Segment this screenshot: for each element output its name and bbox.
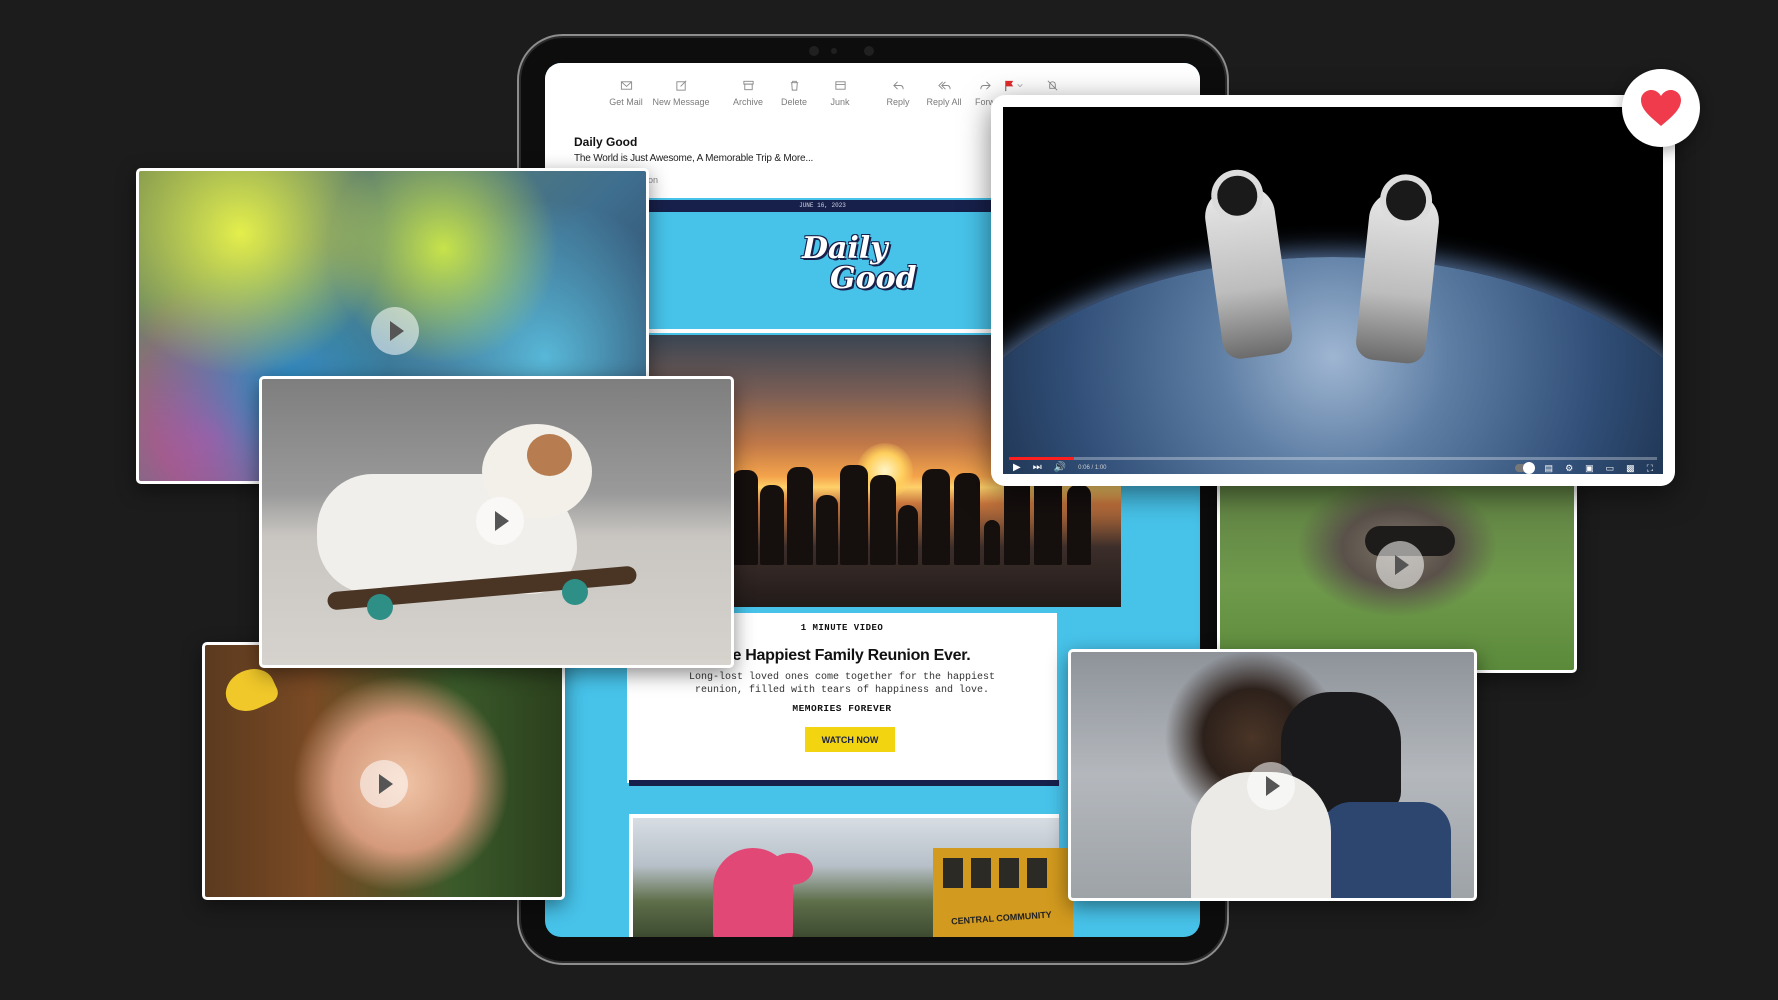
get-mail-button[interactable]: Get Mail	[603, 79, 649, 107]
newsletter-date: JUNE 16, 2023	[645, 200, 1000, 212]
girl-video-card[interactable]	[202, 642, 565, 900]
couple-video-card[interactable]	[1068, 649, 1477, 901]
video-player: ▶ ⏭ 🔊 0:06 / 1:00 ▤ ⚙ ▣ ▭ ▩ ⛶	[991, 95, 1675, 486]
sender-name: Daily Good	[574, 135, 638, 149]
reply-all-button[interactable]: Reply All	[921, 79, 967, 107]
earth	[1003, 257, 1663, 474]
wheel	[562, 579, 588, 605]
play-icon[interactable]	[1247, 762, 1295, 810]
chevron-down-icon	[1017, 84, 1023, 88]
hair-bow	[218, 661, 282, 719]
camera-dot	[831, 48, 837, 54]
wheel	[367, 594, 393, 620]
favorite-button[interactable]	[1622, 69, 1700, 147]
raccoon-video-card[interactable]	[1217, 478, 1577, 673]
daily-good-logo: Daily Good	[802, 231, 917, 296]
new-message-button[interactable]: New Message	[649, 79, 713, 107]
trash-icon	[790, 80, 798, 91]
next-icon[interactable]: ⏭	[1033, 463, 1042, 473]
person-jeans	[1321, 802, 1451, 898]
play-icon[interactable]	[476, 497, 524, 545]
divider	[629, 780, 1059, 786]
play-icon[interactable]	[1376, 541, 1424, 589]
dog-patch	[527, 434, 572, 476]
video-frame[interactable]: ▶ ⏭ 🔊 0:06 / 1:00 ▤ ⚙ ▣ ▭ ▩ ⛶	[1003, 107, 1663, 474]
volume-icon[interactable]: 🔊	[1054, 463, 1066, 473]
delete-button[interactable]: Delete	[771, 79, 817, 107]
flag-icon	[1005, 80, 1014, 92]
fullscreen-icon[interactable]: ⛶	[1647, 463, 1653, 473]
play-icon[interactable]	[360, 760, 408, 808]
divider	[645, 329, 1000, 333]
forward-icon	[979, 81, 991, 90]
flamingo-head	[768, 853, 813, 885]
archive-button[interactable]: Archive	[725, 79, 771, 107]
article-tagline: MEMORIES FOREVER	[792, 703, 892, 714]
reply-button[interactable]: Reply	[875, 79, 921, 107]
junk-button[interactable]: Junk	[817, 79, 863, 107]
theater-mode-icon[interactable]: ▭	[1606, 463, 1615, 473]
camera-dot	[864, 46, 874, 56]
email-subject: The World is Just Awesome, A Memorable T…	[574, 153, 814, 164]
play-icon[interactable]: ▶	[1013, 463, 1021, 473]
junk-icon	[834, 81, 846, 90]
reply-icon	[892, 81, 904, 90]
envelope-icon	[620, 81, 632, 90]
reply-all-icon	[937, 81, 951, 90]
bell-off-icon	[1047, 80, 1057, 91]
camera-dot	[809, 46, 819, 56]
compose-icon	[675, 80, 686, 91]
cast-icon[interactable]: ▩	[1626, 463, 1635, 473]
autoplay-toggle[interactable]	[1514, 462, 1535, 474]
captions-icon[interactable]: ▤	[1545, 463, 1554, 473]
progress-fill	[1009, 457, 1074, 460]
archive-icon	[742, 80, 754, 91]
heart-icon	[1641, 90, 1681, 126]
article-description: Long-lost loved ones come together for t…	[688, 672, 996, 696]
play-icon[interactable]	[371, 307, 419, 355]
dog-skateboard-video-card[interactable]	[259, 376, 734, 668]
gear-icon[interactable]: ⚙	[1565, 463, 1573, 473]
miniplayer-icon[interactable]: ▣	[1585, 463, 1594, 473]
watch-now-button[interactable]: WATCH NOW	[805, 727, 895, 752]
player-controls: ▶ ⏭ 🔊 0:06 / 1:00 ▤ ⚙ ▣ ▭ ▩ ⛶	[1013, 462, 1653, 474]
recipient-snippet: on	[648, 175, 659, 185]
progress-bar[interactable]	[1009, 457, 1657, 460]
time-display: 0:06 / 1:00	[1078, 465, 1107, 471]
flamingo-bus-image[interactable]: CENTRAL COMMUNITY	[629, 814, 1073, 937]
newsletter-banner: Daily Good	[645, 212, 1000, 326]
